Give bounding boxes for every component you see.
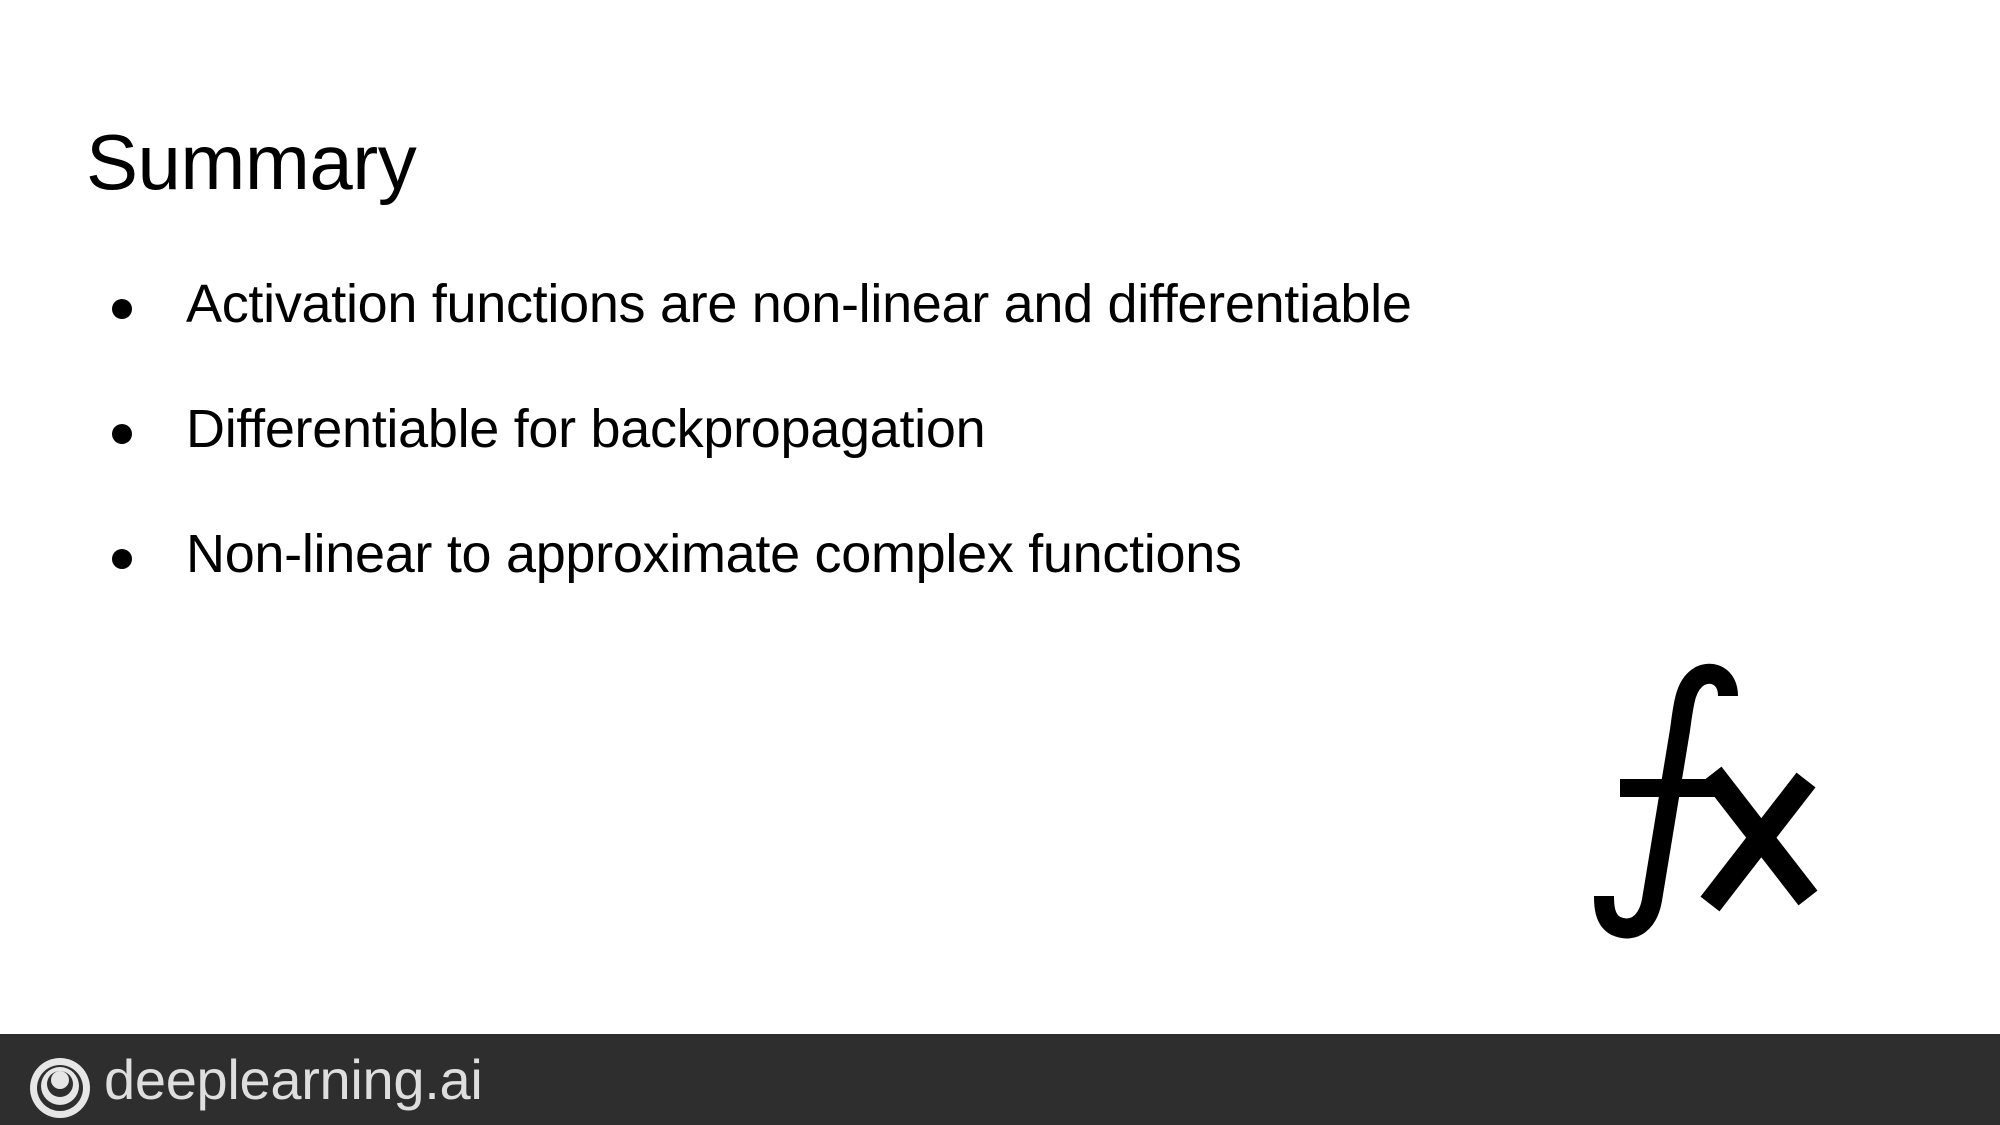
bullet-dot-icon [112,299,132,319]
deeplearning-logo-icon [30,1058,90,1118]
function-fx-icon [1594,663,1818,939]
slide-title: Summary [86,118,417,206]
bullet-dot-icon [112,549,132,569]
footer-bar: deeplearning.ai [0,1034,2000,1125]
bullet-text: Differentiable for backpropagation [186,399,986,459]
bullet-dot-icon [112,424,132,444]
bullet-text: Activation functions are non-linear and … [186,274,1412,334]
brand-name: deeplearning.ai [104,1048,483,1111]
slide: Summary Activation functions are non-lin… [0,0,2000,1034]
bullet-text: Non-linear to approximate complex functi… [186,524,1242,584]
